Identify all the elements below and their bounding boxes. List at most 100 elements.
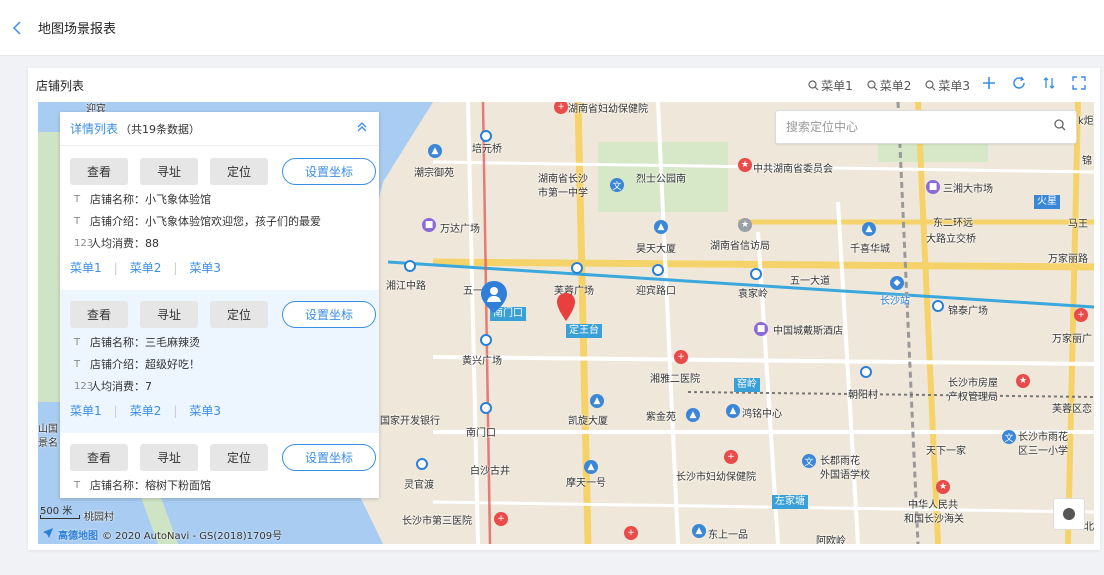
metro-station-icon xyxy=(404,260,416,272)
map-search-input[interactable] xyxy=(786,120,1054,134)
hospital-icon: + xyxy=(624,526,638,540)
map-label: 五一大道 xyxy=(790,276,830,287)
map-label: 马王 xyxy=(1068,219,1088,230)
avg-spend: 7 xyxy=(145,379,152,393)
item-menu-link-2[interactable]: 菜单2 xyxy=(130,259,162,276)
view-button[interactable]: 查看 xyxy=(70,443,128,471)
map-label: 大路立交桥 xyxy=(926,234,976,245)
card-title: 店铺列表 xyxy=(36,78,85,93)
set-coordinates-button[interactable]: 设置坐标 xyxy=(282,443,376,471)
avg-spend-line: 123 人均消费： 7 xyxy=(70,378,379,394)
map-label: 芙蓉区恋 xyxy=(1052,404,1092,415)
map-label: 南门口 xyxy=(466,428,496,439)
map-label: 中共湖南省委员会 xyxy=(753,164,833,175)
government-icon: ★ xyxy=(738,218,752,232)
building-icon: ▲ xyxy=(654,220,668,234)
plus-icon[interactable] xyxy=(978,76,1000,94)
school-icon: 文 xyxy=(1002,430,1016,444)
map-provider-logo: 高德地图 xyxy=(58,531,98,542)
locate-button[interactable]: 定位 xyxy=(210,157,268,185)
map-label: 湖南省长沙 xyxy=(538,174,588,185)
map-label: 万家丽路 xyxy=(1048,254,1088,265)
map-pin-icon[interactable] xyxy=(556,292,576,322)
address-button[interactable]: 寻址 xyxy=(140,300,198,328)
search-icon xyxy=(867,79,878,90)
refresh-icon[interactable] xyxy=(1008,76,1030,94)
metro-station-icon xyxy=(860,366,872,378)
government-icon: ★ xyxy=(738,158,752,172)
set-coordinates-button[interactable]: 设置坐标 xyxy=(282,300,376,328)
map-label: k炬 xyxy=(1078,116,1094,127)
map-label: 山国 xyxy=(38,424,58,435)
detail-list-panel: 详情列表 （共19条数据） 查看 寻址 定位 设置坐标 T 店铺名称： 小飞象体… xyxy=(60,112,379,498)
panel-body[interactable]: 查看 寻址 定位 设置坐标 T 店铺名称： 小飞象体验馆 T 店铺介绍： 小飞象体验… xyxy=(60,147,379,498)
store-intro-line: T 店铺介绍： 超级好吃！ xyxy=(70,356,379,372)
user-location-marker-icon[interactable] xyxy=(480,280,508,314)
map-label: 阿欧岭 xyxy=(816,536,846,544)
shopping-icon: ■ xyxy=(926,180,940,194)
map-label: 湘雅二医院 xyxy=(650,374,700,385)
map-label: 万家丽广 xyxy=(1052,334,1092,345)
map-label: 市第一中学 xyxy=(538,188,588,199)
locate-button[interactable]: 定位 xyxy=(210,300,268,328)
landmark-icon: ★ xyxy=(1016,374,1030,388)
map-label: 三湘大市场 xyxy=(943,184,993,195)
store-name: 榕树下粉面馆 xyxy=(145,479,211,492)
view-button[interactable]: 查看 xyxy=(70,300,128,328)
address-button[interactable]: 寻址 xyxy=(140,443,198,471)
map-label: 区三一小学 xyxy=(1018,446,1068,457)
map-label: 天下一家 xyxy=(926,446,966,457)
metro-station-icon xyxy=(416,458,428,470)
map-label: 长郡雨花 xyxy=(820,456,860,467)
chevron-left-icon[interactable] xyxy=(0,0,34,56)
item-menu-link-2[interactable]: 菜单2 xyxy=(130,402,162,419)
map-search-box[interactable] xyxy=(775,110,1077,144)
map-view[interactable]: 湖南省妇幼保健院 培元桥 潮宗御苑 湖南省长沙 市第一中学 烈士公园南 中共湖南… xyxy=(38,102,1094,544)
hospital-icon: + xyxy=(724,450,738,464)
set-coordinates-button[interactable]: 设置坐标 xyxy=(282,157,376,185)
locate-me-button[interactable] xyxy=(1053,498,1085,530)
card-toolbar: 菜单1 菜单2 菜单3 xyxy=(802,76,1090,94)
item-menu-link-1[interactable]: 菜单1 xyxy=(70,259,102,276)
text-field-icon: T xyxy=(74,479,81,491)
address-button[interactable]: 寻址 xyxy=(140,157,198,185)
map-label: 朝阳村 xyxy=(848,390,878,401)
avg-spend-line: 123 人均消费： 88 xyxy=(70,235,379,251)
map-label: 景名 xyxy=(38,438,58,449)
double-chevron-up-icon[interactable] xyxy=(357,121,367,136)
map-label: 东上一品 xyxy=(708,530,748,541)
item-menu-link-3[interactable]: 菜单3 xyxy=(189,259,221,276)
map-label: 东二环远 xyxy=(933,218,973,229)
map-label: 摩天一号 xyxy=(566,478,606,489)
search-icon[interactable] xyxy=(1054,119,1066,135)
fullscreen-icon[interactable] xyxy=(1068,76,1090,94)
map-label: 千喜华城 xyxy=(850,244,890,255)
map-label: 迎宾路口 xyxy=(636,286,676,297)
locate-icon xyxy=(1063,508,1075,520)
toolbar-menu-2[interactable]: 菜单2 xyxy=(867,77,911,94)
map-label: 外国语学校 xyxy=(820,470,870,481)
locate-button[interactable]: 定位 xyxy=(210,443,268,471)
map-label: 凯旋大厦 xyxy=(568,416,608,427)
station-tag: 左家塘 xyxy=(772,495,808,509)
item-menu-link-1[interactable]: 菜单1 xyxy=(70,402,102,419)
toolbar-menu-3[interactable]: 菜单3 xyxy=(925,77,970,94)
map-label: 烈士公园南 xyxy=(636,174,686,185)
map-label: 湖南省妇幼保健院 xyxy=(568,104,648,115)
station-tag: 定王台 xyxy=(566,324,602,338)
item-menu-link-3[interactable]: 菜单3 xyxy=(189,402,221,419)
view-button[interactable]: 查看 xyxy=(70,157,128,185)
map-label: 湘江中路 xyxy=(386,281,426,292)
map-label: 产权管理局 xyxy=(948,392,998,403)
map-label: 火星 xyxy=(1034,195,1060,209)
map-label: 万达广场 xyxy=(440,224,480,235)
map-label: 长沙站 xyxy=(880,296,910,307)
sort-icon[interactable] xyxy=(1038,76,1060,94)
store-intro: 小飞象体验馆欢迎您，孩子们的最爱 xyxy=(145,215,321,228)
toolbar-menu-1[interactable]: 菜单1 xyxy=(808,77,853,94)
record-count: （共19条数据） xyxy=(120,123,201,136)
store-intro-line: T 店铺介绍： 小飞象体验馆欢迎您，孩子们的最爱 xyxy=(70,213,379,229)
item-links: 菜单1 | 菜单2 | 菜单3 xyxy=(70,402,222,419)
building-icon: ▲ xyxy=(686,408,700,422)
landmark-icon: ▲ xyxy=(428,144,442,158)
